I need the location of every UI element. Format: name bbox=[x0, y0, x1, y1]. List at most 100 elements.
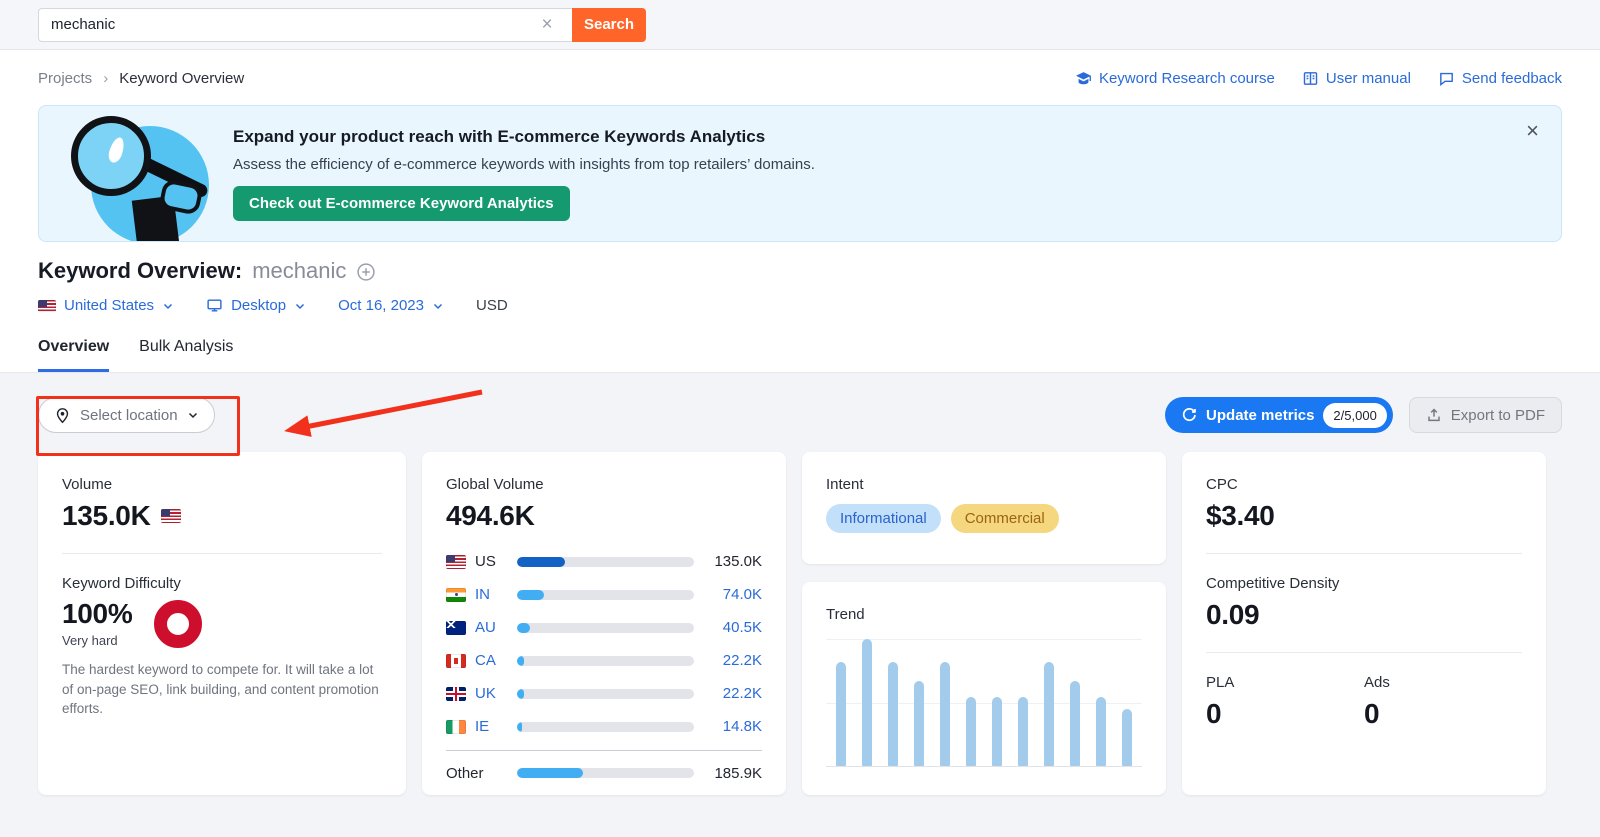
add-keyword-icon[interactable] bbox=[356, 262, 376, 282]
page-header-section: Projects › Keyword Overview Keyword Rese… bbox=[0, 50, 1600, 314]
ecommerce-cta-button[interactable]: Check out E-commerce Keyword Analytics bbox=[233, 186, 570, 221]
global-volume-list: US 135.0K IN 74.0K AU 40.5K CA 22.2K UK 22.2K IE 14… bbox=[446, 545, 762, 789]
volume-value[interactable]: 14.8K bbox=[706, 718, 762, 735]
upload-icon bbox=[1426, 407, 1442, 423]
country-code[interactable]: IE bbox=[475, 718, 505, 735]
trend-bar bbox=[966, 697, 976, 766]
volume-bar bbox=[517, 623, 694, 633]
country-code: Other bbox=[446, 765, 505, 782]
intent-pill: Commercial bbox=[951, 504, 1059, 533]
volume-value[interactable]: 74.0K bbox=[706, 586, 762, 603]
global-volume-row: Other 185.9K bbox=[446, 750, 762, 789]
quota-badge: 2/5,000 bbox=[1323, 403, 1386, 428]
country-code[interactable]: IN bbox=[475, 586, 505, 603]
volume-bar bbox=[517, 656, 694, 666]
country-code[interactable]: UK bbox=[475, 685, 505, 702]
in-flag-icon bbox=[446, 588, 466, 602]
global-volume-row: AU 40.5K bbox=[446, 611, 762, 644]
chevron-down-icon bbox=[187, 409, 199, 421]
location-pin-icon bbox=[54, 407, 71, 424]
global-volume-card: Global Volume 494.6K US 135.0K IN 74.0K AU 40… bbox=[422, 452, 786, 795]
update-metrics-button[interactable]: Update metrics 2/5,000 bbox=[1165, 397, 1393, 433]
intent-label: Intent bbox=[826, 476, 1142, 493]
us-flag-icon bbox=[161, 509, 181, 523]
chevron-down-icon bbox=[294, 300, 306, 312]
intent-pill: Informational bbox=[826, 504, 941, 533]
competitive-density-label: Competitive Density bbox=[1206, 575, 1522, 592]
trend-bar bbox=[940, 662, 950, 766]
pla-value: 0 bbox=[1206, 698, 1364, 730]
us-flag-icon bbox=[446, 555, 466, 569]
uk-flag-icon bbox=[446, 687, 466, 701]
volume-bar bbox=[517, 557, 694, 567]
us-flag-icon bbox=[38, 300, 56, 312]
trend-bar bbox=[1044, 662, 1054, 766]
competitive-density-value: 0.09 bbox=[1206, 599, 1522, 631]
chevron-down-icon bbox=[162, 300, 174, 312]
volume-label: Volume bbox=[62, 476, 382, 493]
volume-value: 135.0K bbox=[706, 553, 762, 570]
global-volume-row: US 135.0K bbox=[446, 545, 762, 578]
volume-value[interactable]: 22.2K bbox=[706, 685, 762, 702]
chevron-right-icon: › bbox=[103, 70, 108, 87]
feedback-icon bbox=[1438, 70, 1455, 87]
country-code: US bbox=[475, 553, 505, 570]
main-content: Select location Update metrics 2/5,000 E… bbox=[0, 373, 1600, 795]
volume-difficulty-card: Volume 135.0K Keyword Difficulty 100% Ve… bbox=[38, 452, 406, 795]
volume-value[interactable]: 22.2K bbox=[706, 652, 762, 669]
trend-bar bbox=[836, 662, 846, 766]
keyword-difficulty-level: Very hard bbox=[62, 633, 132, 648]
volume-value: 185.9K bbox=[706, 765, 762, 782]
location-filter-dropdown[interactable]: United States bbox=[38, 297, 174, 314]
ads-label: Ads bbox=[1364, 674, 1522, 691]
keyword-difficulty-description: The hardest keyword to compete for. It w… bbox=[62, 660, 382, 719]
tab-bulk-analysis[interactable]: Bulk Analysis bbox=[139, 338, 233, 372]
global-volume-row: CA 22.2K bbox=[446, 644, 762, 677]
trend-card: Trend bbox=[802, 582, 1166, 795]
top-search-bar: × Search bbox=[0, 0, 1600, 50]
trend-bar bbox=[1122, 709, 1132, 766]
breadcrumb: Projects › Keyword Overview bbox=[38, 70, 244, 87]
graduation-cap-icon bbox=[1075, 70, 1092, 87]
export-pdf-button[interactable]: Export to PDF bbox=[1409, 397, 1562, 433]
date-filter-dropdown[interactable]: Oct 16, 2023 bbox=[338, 297, 444, 314]
volume-bar bbox=[517, 689, 694, 699]
breadcrumb-projects[interactable]: Projects bbox=[38, 70, 92, 87]
global-volume-label: Global Volume bbox=[446, 476, 762, 493]
clear-search-icon[interactable]: × bbox=[534, 8, 560, 42]
keyword-research-course-link[interactable]: Keyword Research course bbox=[1075, 70, 1275, 87]
ie-flag-icon bbox=[446, 720, 466, 734]
banner-title: Expand your product reach with E-commerc… bbox=[233, 127, 1561, 147]
send-feedback-link[interactable]: Send feedback bbox=[1438, 70, 1562, 87]
trend-bar bbox=[888, 662, 898, 766]
country-code[interactable]: CA bbox=[475, 652, 505, 669]
search-input[interactable] bbox=[38, 8, 572, 42]
volume-value[interactable]: 40.5K bbox=[706, 619, 762, 636]
breadcrumb-current: Keyword Overview bbox=[119, 70, 244, 87]
tab-bar: Overview Bulk Analysis bbox=[0, 314, 1600, 373]
trend-chart bbox=[826, 639, 1142, 767]
trend-label: Trend bbox=[826, 606, 1142, 623]
trend-bar bbox=[914, 681, 924, 766]
book-icon bbox=[1302, 70, 1319, 87]
magnifier-illustration bbox=[69, 116, 229, 242]
trend-bars bbox=[836, 639, 1132, 766]
user-manual-link[interactable]: User manual bbox=[1302, 70, 1411, 87]
desktop-icon bbox=[206, 297, 223, 314]
trend-bar bbox=[1096, 697, 1106, 766]
banner-close-icon[interactable]: × bbox=[1526, 120, 1539, 142]
search-button[interactable]: Search bbox=[572, 8, 646, 42]
banner-subtitle: Assess the efficiency of e-commerce keyw… bbox=[233, 156, 1561, 173]
country-code[interactable]: AU bbox=[475, 619, 505, 636]
intent-pill-list: Informational Commercial bbox=[826, 504, 1142, 533]
tab-overview[interactable]: Overview bbox=[38, 338, 109, 372]
select-location-dropdown[interactable]: Select location bbox=[38, 397, 215, 433]
cpc-card: CPC $3.40 Competitive Density 0.09 PLA 0… bbox=[1182, 452, 1546, 795]
global-volume-value: 494.6K bbox=[446, 500, 762, 532]
keyword-difficulty-value: 100% bbox=[62, 598, 132, 630]
volume-bar bbox=[517, 722, 694, 732]
device-filter-dropdown[interactable]: Desktop bbox=[206, 297, 306, 314]
page-title: Keyword Overview: bbox=[38, 258, 242, 284]
cpc-label: CPC bbox=[1206, 476, 1522, 493]
chevron-down-icon bbox=[432, 300, 444, 312]
